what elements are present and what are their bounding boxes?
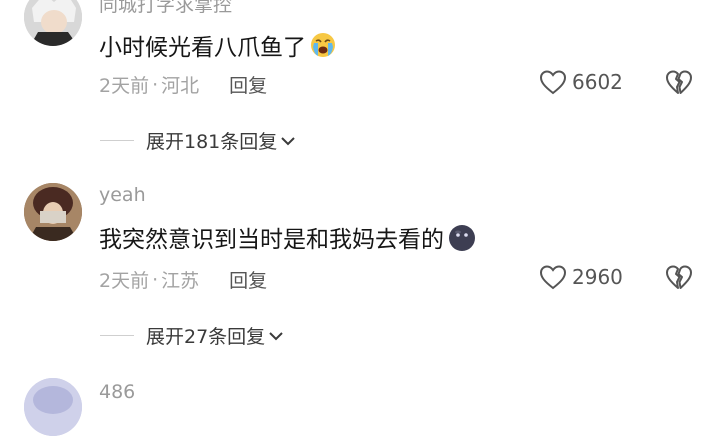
avatar[interactable] (24, 378, 82, 436)
meta-separator: · (152, 268, 159, 291)
username[interactable]: yeah (99, 184, 146, 206)
broken-heart-icon (666, 265, 692, 289)
reply-button[interactable]: 回复 (229, 71, 267, 98)
avatar[interactable] (24, 183, 82, 241)
comment-time: 2天前 (99, 75, 150, 97)
comment-text-content: 小时候光看八爪鱼了 (99, 35, 306, 61)
broken-heart-icon (666, 70, 692, 94)
divider-line (100, 335, 134, 336)
comment-text: 小时候光看八爪鱼了 (99, 28, 336, 62)
comment-item: 486 (0, 370, 720, 436)
expand-replies-button[interactable]: 展开181条回复 (100, 127, 297, 154)
heart-outline-icon (539, 70, 567, 95)
comment-time: 2天前 (99, 270, 150, 292)
comment-text: 我突然意识到当时是和我妈去看的 (99, 220, 475, 254)
username[interactable]: 同城打字求掌控 (99, 0, 232, 17)
comment-location: 江苏 (161, 270, 200, 292)
dislike-button[interactable] (664, 68, 694, 100)
divider-line (100, 140, 134, 141)
chevron-down-icon (281, 136, 295, 145)
username[interactable]: 486 (99, 381, 135, 403)
comment-location: 河北 (161, 75, 200, 97)
loudly-crying-face-emoji (310, 32, 336, 58)
like-button[interactable]: 2960 (538, 263, 623, 291)
chevron-down-icon (269, 331, 283, 340)
comment-text-content: 我突然意识到当时是和我妈去看的 (99, 227, 444, 253)
comment-item: yeah 我突然意识到当时是和我妈去看的 2天前 · 江苏 回复 2960 展开… (0, 180, 720, 350)
expand-replies-label: 展开181条回复 (146, 131, 278, 153)
dislike-button[interactable] (664, 263, 694, 295)
comment-meta: 2天前 · 河北 回复 (99, 71, 267, 98)
like-count: 2960 (572, 265, 623, 289)
heart-outline-icon (539, 265, 567, 290)
expand-replies-button[interactable]: 展开27条回复 (100, 322, 285, 349)
reply-button[interactable]: 回复 (229, 266, 267, 293)
comment-item: 同城打字求掌控 小时候光看八爪鱼了 2天前 · 河北 回复 6602 展开181… (0, 0, 720, 160)
like-button[interactable]: 6602 (538, 68, 623, 96)
dark-face-emoji (448, 224, 475, 251)
comment-meta: 2天前 · 江苏 回复 (99, 266, 267, 293)
avatar[interactable] (24, 0, 82, 46)
like-count: 6602 (572, 70, 623, 94)
meta-separator: · (152, 73, 159, 96)
expand-replies-label: 展开27条回复 (146, 326, 266, 348)
